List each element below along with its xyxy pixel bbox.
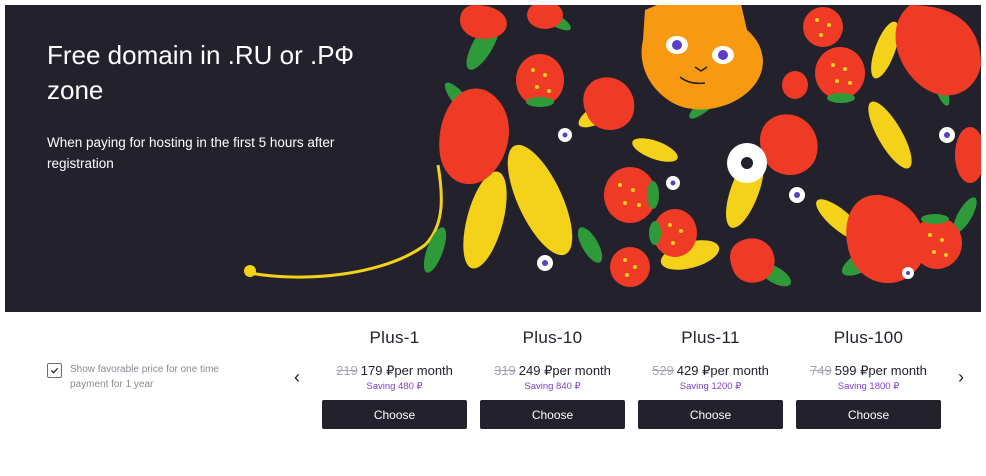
favorable-price-checkbox[interactable] bbox=[47, 363, 62, 378]
checkmark-icon bbox=[50, 367, 59, 374]
plan-card-plus-10: Plus-10 319 249 ₽per month Saving 840 ₽ C… bbox=[480, 326, 625, 429]
saving-text: Saving 1200 ₽ bbox=[679, 381, 742, 392]
old-price: 749 bbox=[810, 363, 832, 378]
plan-name: Plus-11 bbox=[681, 328, 740, 347]
saving-text: Saving 840 ₽ bbox=[524, 381, 581, 392]
saving-text: Saving 1800 ₽ bbox=[837, 381, 900, 392]
old-price: 529 bbox=[652, 363, 674, 378]
choose-button[interactable]: Choose bbox=[796, 400, 941, 429]
current-price: 179 ₽per month bbox=[360, 363, 453, 378]
current-price: 249 ₽per month bbox=[518, 363, 611, 378]
plan-name: Plus-1 bbox=[369, 328, 420, 347]
plan-price: 529 429 ₽per month bbox=[638, 363, 783, 379]
plan-price: 219 179 ₽per month bbox=[322, 363, 467, 379]
favorable-price-option[interactable]: Show favorable price for one time paymen… bbox=[47, 362, 287, 392]
old-price: 219 bbox=[336, 363, 358, 378]
plan-name: Plus-10 bbox=[522, 328, 583, 347]
cat-illustration bbox=[641, 5, 763, 110]
saving-text: Saving 480 ₽ bbox=[366, 381, 423, 392]
promo-banner: Free domain in .RU or .РФ zone When payi… bbox=[5, 5, 981, 312]
current-price: 429 ₽per month bbox=[676, 363, 769, 378]
plan-card-plus-100: Plus-100 749 599 ₽per month Saving 1800 ₽… bbox=[796, 326, 941, 429]
choose-button[interactable]: Choose bbox=[480, 400, 625, 429]
plan-card-plus-1: Plus-1 219 179 ₽per month Saving 480 ₽ Ch… bbox=[322, 326, 467, 429]
favorable-price-label: Show favorable price for one time paymen… bbox=[70, 364, 219, 390]
folk-floral-illustration bbox=[244, 5, 981, 287]
plan-price: 319 249 ₽per month bbox=[480, 363, 625, 379]
pricing-section: Show favorable price for one time paymen… bbox=[0, 312, 986, 476]
current-price: 599 ₽per month bbox=[834, 363, 927, 378]
prev-arrow-icon[interactable]: ‹ bbox=[294, 367, 300, 387]
choose-button[interactable]: Choose bbox=[322, 400, 467, 429]
plan-card-plus-11: Plus-11 529 429 ₽per month Saving 1200 ₽ … bbox=[638, 326, 783, 429]
plan-name: Plus-100 bbox=[833, 328, 904, 347]
choose-button[interactable]: Choose bbox=[638, 400, 783, 429]
plan-price: 749 599 ₽per month bbox=[796, 363, 941, 379]
old-price: 319 bbox=[494, 363, 516, 378]
next-arrow-icon[interactable]: › bbox=[958, 367, 964, 387]
